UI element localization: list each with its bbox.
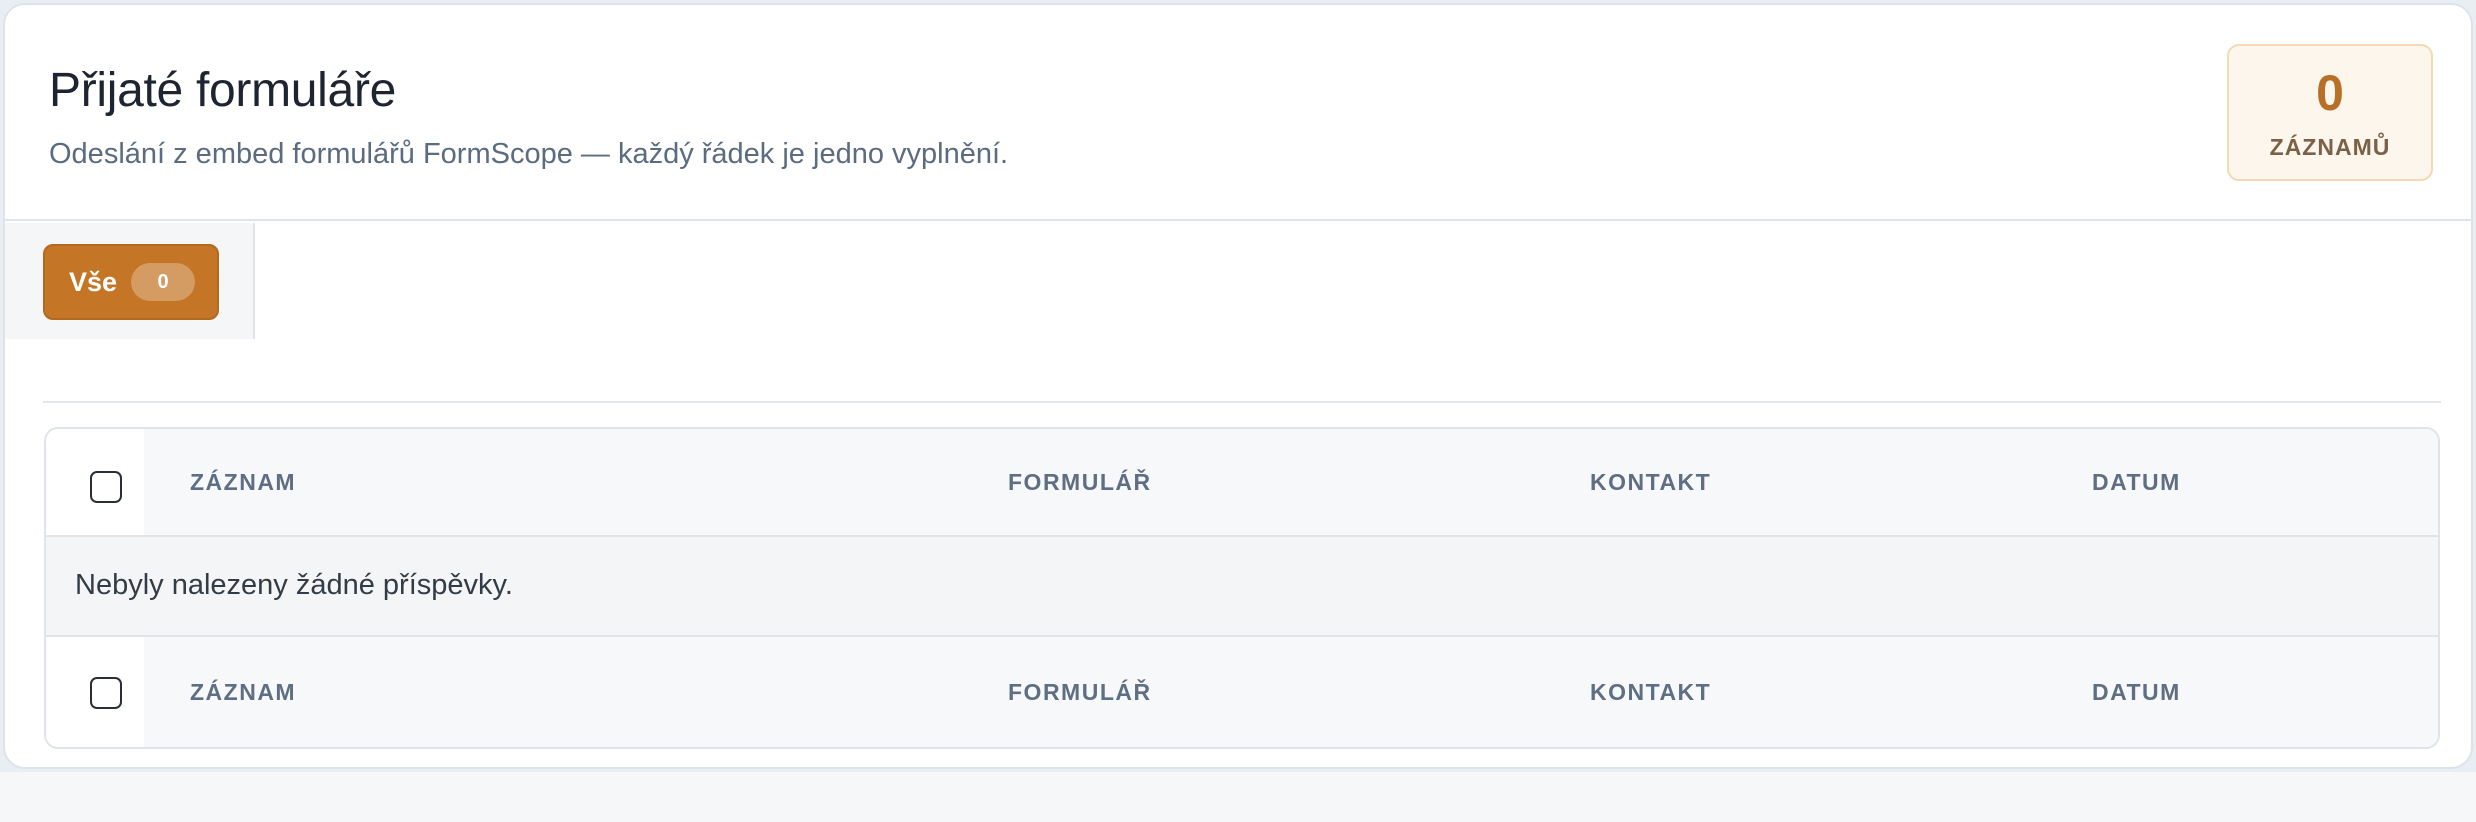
select-all-cell xyxy=(46,429,144,535)
submissions-table: ZÁZNAM FORMULÁŘ KONTAKT DATUM Nebyly nal… xyxy=(44,427,2440,749)
table-footer-row: ZÁZNAM FORMULÁŘ KONTAKT DATUM xyxy=(46,637,2438,747)
page-bottom-area xyxy=(0,772,2476,822)
select-all-footer-cell xyxy=(46,637,144,747)
filter-all-count-badge: 0 xyxy=(131,263,196,301)
page-subtitle: Odeslání z embed formulářů FormScope — k… xyxy=(49,138,1009,170)
select-all-checkbox[interactable] xyxy=(90,471,122,503)
column-footer-contact[interactable]: KONTAKT xyxy=(1590,679,1711,706)
table-header-row: ZÁZNAM FORMULÁŘ KONTAKT DATUM xyxy=(46,429,2438,535)
filter-all-button[interactable]: Vše 0 xyxy=(43,244,219,320)
column-header-form[interactable]: FORMULÁŘ xyxy=(1008,469,1152,496)
empty-message: Nebyly nalezeny žádné příspěvky. xyxy=(75,569,513,601)
column-footer-form[interactable]: FORMULÁŘ xyxy=(1008,679,1152,706)
filter-all-label: Vše xyxy=(69,266,118,297)
select-all-footer-checkbox[interactable] xyxy=(90,677,122,709)
column-header-contact[interactable]: KONTAKT xyxy=(1590,469,1711,496)
record-count-label: ZÁZNAMŮ xyxy=(2269,134,2391,160)
record-count-box: 0 ZÁZNAMŮ xyxy=(2227,44,2433,181)
filter-tabs: Vše 0 xyxy=(5,223,255,339)
page-header: Přijaté formuláře Odeslání z embed formu… xyxy=(5,5,2471,221)
column-header-date[interactable]: DATUM xyxy=(2092,469,2181,496)
section-divider xyxy=(43,401,2441,403)
column-footer-record[interactable]: ZÁZNAM xyxy=(190,679,296,706)
column-header-record[interactable]: ZÁZNAM xyxy=(190,469,296,496)
record-count-value: 0 xyxy=(2316,65,2344,121)
submissions-panel: Přijaté formuláře Odeslání z embed formu… xyxy=(3,3,2473,769)
page-title: Přijaté formuláře xyxy=(49,64,397,117)
table-empty-row: Nebyly nalezeny žádné příspěvky. xyxy=(46,535,2438,637)
column-footer-date[interactable]: DATUM xyxy=(2092,679,2181,706)
